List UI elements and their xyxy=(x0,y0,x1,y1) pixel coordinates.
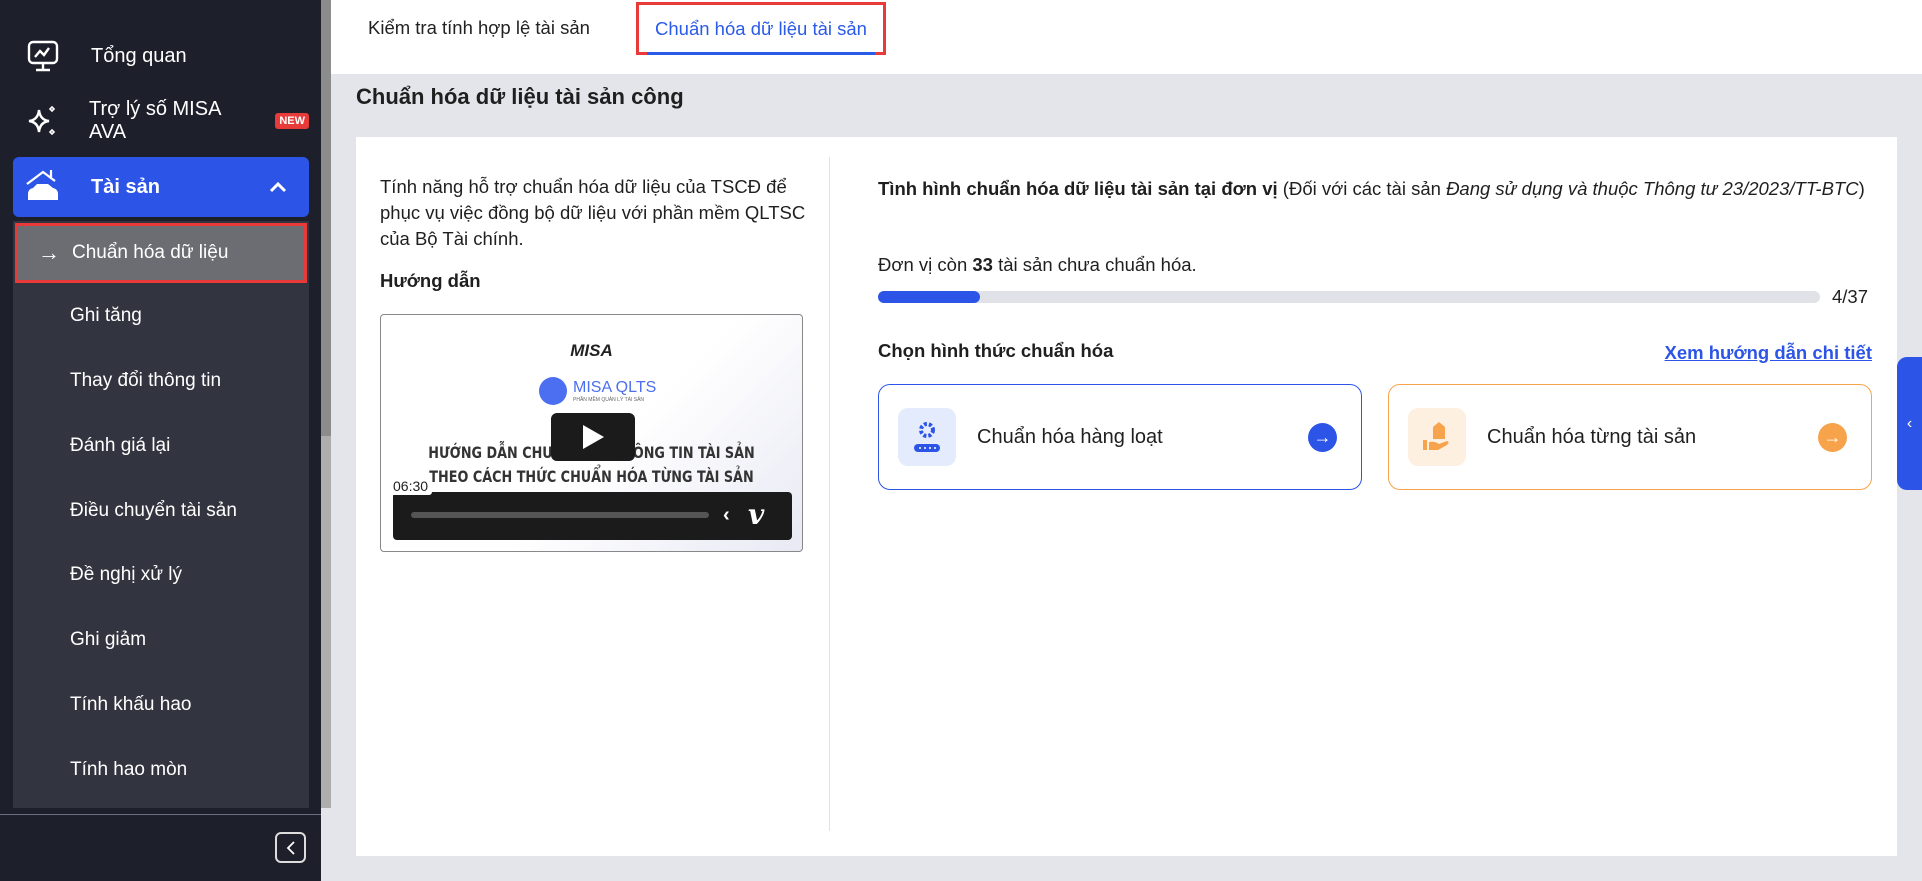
sparkle-icon xyxy=(23,101,61,141)
card-label: Chuẩn hóa hàng loạt xyxy=(977,425,1163,448)
remaining-count: 33 xyxy=(972,254,993,275)
progress-fill xyxy=(878,291,980,303)
submenu-label: Tính hao mòn xyxy=(70,759,188,780)
house-car-icon xyxy=(23,167,63,207)
submenu-item[interactable]: Ghi giảm xyxy=(13,610,309,670)
vimeo-icon[interactable]: v xyxy=(748,498,764,531)
submenu-item[interactable]: Đề nghị xử lý xyxy=(13,545,309,605)
submenu-label: Thay đổi thông tin xyxy=(70,370,222,391)
sidebar-item-label: Tài sản xyxy=(91,175,160,198)
submenu-label: Đánh giá lại xyxy=(70,435,171,456)
column-divider xyxy=(829,157,830,831)
hand-tag-icon xyxy=(1408,408,1466,466)
tab-validate-assets[interactable]: Kiểm tra tính hợp lệ tài sản xyxy=(368,0,590,55)
submenu-label: Điều chuyển tài sản xyxy=(70,500,237,521)
collapse-sidebar-button[interactable] xyxy=(275,832,306,863)
sidebar-item-label: Tổng quan xyxy=(91,44,187,67)
single-standardize-card[interactable]: Chuẩn hóa từng tài sản → xyxy=(1388,384,1872,490)
arrow-right-icon: → xyxy=(38,240,60,265)
play-button[interactable] xyxy=(551,413,635,461)
submenu-item[interactable]: Tính khấu hao xyxy=(13,675,309,735)
video-duration: 06:30 xyxy=(389,477,433,495)
arrow-right-icon[interactable]: → xyxy=(1818,422,1847,452)
video-player[interactable]: MISA MISA QLTS PHẦN MỀM QUẢN LÝ TÀI SẢN H… xyxy=(380,314,803,552)
tab-standardize-data[interactable]: Chuẩn hóa dữ liệu tài sản xyxy=(636,2,886,55)
arrow-right-icon[interactable]: → xyxy=(1308,422,1337,452)
chevron-up-icon[interactable] xyxy=(269,176,287,199)
qlts-logo-icon xyxy=(539,377,567,405)
submenu-label: Ghi giảm xyxy=(70,629,147,650)
misa-logo: MISA xyxy=(570,341,613,360)
progress-count: 4/37 xyxy=(1832,286,1869,307)
video-title-line2: THEO CÁCH THỨC CHUẨN HÓA TỪNG TÀI SẢN xyxy=(429,467,754,486)
submenu-item-standardize-data[interactable]: → Chuẩn hóa dữ liệu xyxy=(15,223,307,283)
sidebar-item-assets[interactable]: Tài sản xyxy=(13,157,309,217)
submenu-label: Tính khấu hao xyxy=(70,694,192,715)
submenu-item[interactable]: Ghi tăng xyxy=(13,286,309,346)
feature-description: Tính năng hỗ trợ chuẩn hóa dữ liệu của T… xyxy=(380,176,806,249)
new-badge: NEW xyxy=(275,113,309,129)
video-controls: ‹ v xyxy=(393,492,792,540)
sidebar-item-assistant[interactable]: Trợ lý số MISA AVA NEW xyxy=(13,91,309,151)
bulk-standardize-card[interactable]: Chuẩn hóa hàng loạt → xyxy=(878,384,1362,490)
choose-method-heading: Chọn hình thức chuẩn hóa xyxy=(878,340,1114,361)
page-title: Chuẩn hóa dữ liệu tài sản công xyxy=(356,84,684,109)
chevron-left-icon[interactable]: ‹ xyxy=(723,504,730,527)
card-label: Chuẩn hóa từng tài sản xyxy=(1487,425,1697,448)
play-icon xyxy=(583,425,604,449)
submenu-item[interactable]: Đánh giá lại xyxy=(13,416,309,476)
sidebar-item-overview[interactable]: Tổng quan xyxy=(13,26,309,86)
chevron-left-icon xyxy=(286,840,295,855)
sidebar: Tổng quan Trợ lý số MISA AVA NEW Tài sản… xyxy=(0,0,331,881)
product-logo: MISA QLTS PHẦN MỀM QUẢN LÝ TÀI SẢN xyxy=(539,377,656,405)
gear-conveyor-icon xyxy=(898,408,956,466)
submenu-item[interactable]: Điều chuyển tài sản xyxy=(13,481,309,541)
chevron-left-icon: ‹ xyxy=(1906,414,1913,432)
submenu-label: Chuẩn hóa dữ liệu xyxy=(72,242,229,263)
submenu-label: Ghi tăng xyxy=(70,305,142,326)
status-heading: Tình hình chuẩn hóa dữ liệu tài sản tại … xyxy=(878,178,1865,199)
assets-submenu: → Chuẩn hóa dữ liệu Ghi tăng Thay đổi thô… xyxy=(13,221,309,808)
remaining-text: Đơn vị còn 33 tài sản chưa chuẩn hóa. xyxy=(878,254,1197,275)
side-panel-toggle[interactable]: ‹ xyxy=(1897,357,1922,490)
submenu-item[interactable]: Thay đổi thông tin xyxy=(13,351,309,411)
sidebar-scrollbar[interactable] xyxy=(321,0,331,881)
submenu-label: Đề nghị xử lý xyxy=(70,564,182,585)
progress-bar xyxy=(878,291,1820,303)
monitor-chart-icon xyxy=(23,36,63,76)
detailed-guide-link[interactable]: Xem hướng dẫn chi tiết xyxy=(1665,340,1872,366)
divider xyxy=(0,814,331,815)
sidebar-item-label: Trợ lý số MISA AVA xyxy=(89,98,221,143)
video-seek-bar[interactable] xyxy=(411,512,709,518)
guide-heading: Hướng dẫn xyxy=(380,270,481,291)
tab-bar: Kiểm tra tính hợp lệ tài sản Chuẩn hóa d… xyxy=(331,0,1922,74)
submenu-item[interactable]: Tính hao mòn xyxy=(13,740,309,800)
